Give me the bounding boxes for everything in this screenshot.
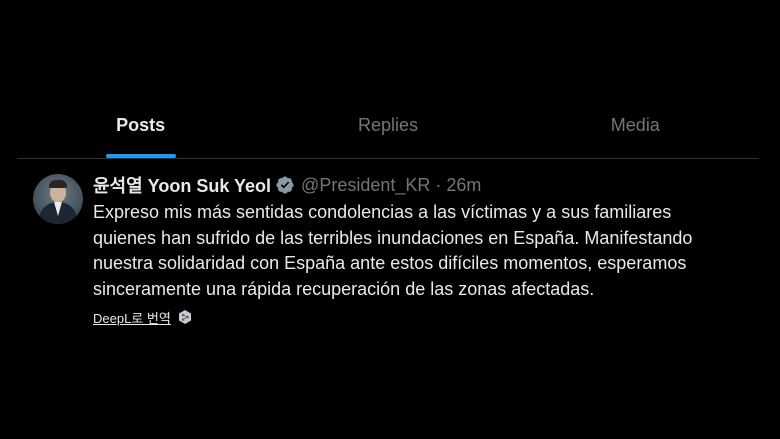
tab-replies[interactable]: Replies xyxy=(264,96,511,158)
active-tab-indicator xyxy=(105,154,176,158)
tab-media[interactable]: Media xyxy=(512,96,759,158)
tweet-text: Expreso mis más sentidas condolencias a … xyxy=(93,202,693,299)
tab-replies-label: Replies xyxy=(357,114,418,135)
tweet-header: 윤석열 Yoon Suk Yeol @President_KR · 26m xyxy=(93,172,733,198)
separator-dot: · xyxy=(435,174,442,195)
deepl-icon xyxy=(177,309,193,325)
tab-posts[interactable]: Posts xyxy=(17,96,264,158)
avatar[interactable] xyxy=(33,174,83,224)
display-name[interactable]: 윤석열 Yoon Suk Yeol xyxy=(93,172,271,198)
translate-row: DeepL로 번역 xyxy=(93,306,733,328)
tab-posts-label: Posts xyxy=(116,114,166,135)
profile-timeline: Posts Replies Media 윤석열 Yoon Suk Yeol @P… xyxy=(0,0,780,439)
tab-media-label: Media xyxy=(610,114,660,135)
verified-badge-icon[interactable] xyxy=(275,175,295,195)
profile-tabs: Posts Replies Media xyxy=(17,96,759,159)
timestamp[interactable]: 26m xyxy=(446,175,481,196)
user-handle[interactable]: @President_KR xyxy=(301,175,430,196)
tweet-content: 윤석열 Yoon Suk Yeol @President_KR · 26m Ex… xyxy=(93,172,733,328)
translate-link[interactable]: DeepL로 번역 xyxy=(93,308,171,327)
